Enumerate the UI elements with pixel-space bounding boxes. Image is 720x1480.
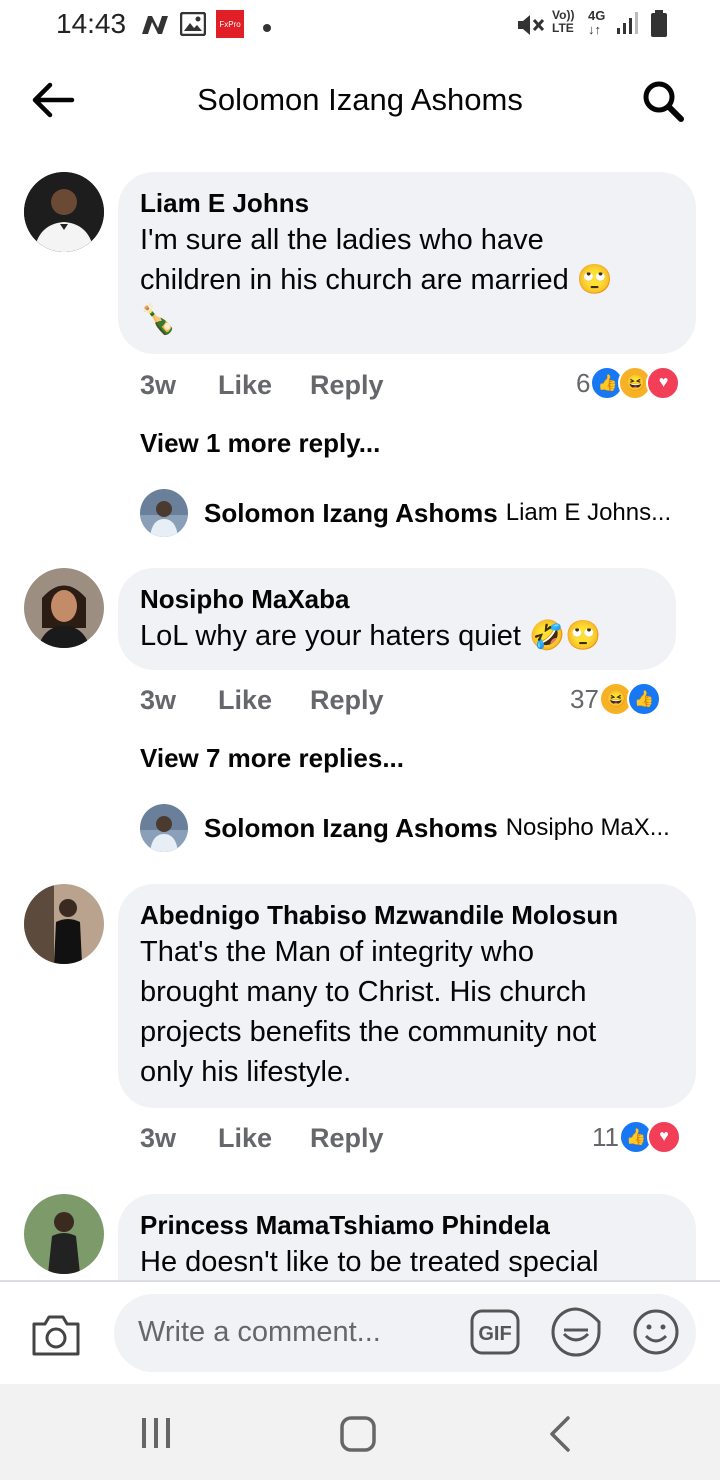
love-reaction-icon: ♥ bbox=[646, 366, 681, 400]
view-more-replies[interactable]: View 1 more reply... bbox=[140, 428, 380, 459]
mute-icon bbox=[516, 12, 546, 43]
battery-icon bbox=[650, 10, 668, 43]
reply-button[interactable]: Reply bbox=[310, 370, 384, 401]
like-button[interactable]: Like bbox=[218, 370, 272, 401]
reaction-count: 11 bbox=[592, 1121, 619, 1152]
gallery-icon bbox=[179, 11, 207, 41]
view-more-replies[interactable]: View 7 more replies... bbox=[140, 743, 404, 774]
avatar[interactable] bbox=[24, 1194, 104, 1274]
status-bar: 14:43 FxPro Vo)) LTE 4G ↓↑ bbox=[0, 0, 720, 52]
comment-text-line: He doesn't like to be treated special bbox=[140, 1246, 599, 1278]
comment-bubble[interactable]: Princess MamaTshiamo Phindela He doesn't… bbox=[118, 1194, 696, 1280]
svg-text:FxPro: FxPro bbox=[219, 20, 241, 29]
avatar[interactable] bbox=[140, 489, 188, 537]
comment-text-line: only his lifestyle. bbox=[140, 1056, 352, 1088]
network-type: 4G ↓↑ bbox=[588, 8, 606, 37]
reaction-summary[interactable]: 37 😆 👍 bbox=[570, 682, 661, 716]
nav-back-icon[interactable] bbox=[548, 1416, 572, 1457]
avatar[interactable] bbox=[24, 568, 104, 648]
signal-icon bbox=[616, 10, 640, 41]
reply-text: Nosipho MaX... bbox=[505, 814, 670, 841]
status-time: 14:43 bbox=[56, 8, 127, 39]
sticker-icon[interactable] bbox=[550, 1306, 602, 1363]
search-icon[interactable] bbox=[640, 78, 686, 129]
system-nav-bar bbox=[0, 1384, 720, 1480]
comment-text-line: That's the Man of integrity who bbox=[140, 936, 535, 968]
comment-bubble[interactable]: Abednigo Thabiso Mzwandile Molosun That'… bbox=[118, 884, 696, 1108]
comment-input-placeholder: Write a comment... bbox=[138, 1316, 381, 1348]
comment-time: 3w bbox=[140, 370, 177, 400]
comment-text-line: 🍾 bbox=[140, 304, 177, 336]
like-reaction-icon: 👍 bbox=[626, 682, 661, 716]
reaction-count: 37 bbox=[570, 683, 599, 714]
comment-author[interactable]: Nosipho MaXaba bbox=[140, 582, 654, 616]
love-reaction-icon: ♥ bbox=[647, 1120, 681, 1154]
reply-text: Liam E Johns... bbox=[505, 499, 672, 526]
gif-label: GIF bbox=[478, 1323, 511, 1345]
reply-button[interactable]: Reply bbox=[310, 685, 384, 716]
comment-author[interactable]: Abednigo Thabiso Mzwandile Molosun bbox=[140, 898, 674, 932]
comment-composer: Write a comment... GIF bbox=[0, 1280, 720, 1386]
reply-preview[interactable]: Solomon Izang Ashoms Liam E Johns... bbox=[140, 488, 671, 538]
reply-button[interactable]: Reply bbox=[310, 1123, 384, 1154]
like-button[interactable]: Like bbox=[218, 1123, 272, 1154]
home-icon[interactable] bbox=[340, 1416, 376, 1457]
comment-time: 3w bbox=[140, 685, 177, 715]
reaction-summary[interactable]: 11 👍 ♥ bbox=[592, 1120, 681, 1154]
comment-time: 3w bbox=[140, 1123, 177, 1153]
avatar[interactable] bbox=[24, 884, 104, 964]
comment-bubble[interactable]: Liam E Johns I'm sure all the ladies who… bbox=[118, 172, 696, 354]
camera-icon[interactable] bbox=[30, 1312, 82, 1363]
reply-author[interactable]: Solomon Izang Ashoms bbox=[204, 498, 498, 529]
dot-icon bbox=[262, 20, 272, 38]
comment-author[interactable]: Liam E Johns bbox=[140, 186, 674, 220]
like-button[interactable]: Like bbox=[218, 685, 272, 716]
n-icon bbox=[140, 14, 170, 41]
comment-input[interactable]: Write a comment... GIF bbox=[114, 1294, 696, 1372]
volte-icon: Vo)) LTE bbox=[552, 8, 575, 35]
avatar[interactable] bbox=[140, 804, 188, 852]
header-bar: Solomon Izang Ashoms bbox=[0, 52, 720, 152]
comment-text-line: LoL why are your haters quiet 🤣🙄 bbox=[140, 620, 602, 652]
fxpro-icon: FxPro bbox=[216, 10, 244, 43]
gif-icon[interactable]: GIF bbox=[470, 1309, 520, 1360]
comment-text-line: projects benefits the community not bbox=[140, 1016, 597, 1048]
reaction-summary[interactable]: 6 👍 😆 ♥ bbox=[576, 366, 681, 400]
page-title: Solomon Izang Ashoms bbox=[197, 82, 523, 117]
comment-author[interactable]: Princess MamaTshiamo Phindela bbox=[140, 1208, 674, 1242]
comment-bubble[interactable]: Nosipho MaXaba LoL why are your haters q… bbox=[118, 568, 676, 670]
comment-text-line: brought many to Christ. His church bbox=[140, 976, 587, 1008]
reaction-count: 6 bbox=[576, 367, 591, 398]
reply-author[interactable]: Solomon Izang Ashoms bbox=[204, 813, 498, 844]
emoji-icon[interactable] bbox=[632, 1308, 680, 1361]
recent-apps-icon[interactable] bbox=[140, 1418, 172, 1453]
avatar[interactable] bbox=[24, 172, 104, 252]
reply-preview[interactable]: Solomon Izang Ashoms Nosipho MaX... bbox=[140, 803, 670, 853]
comment-text-line: children in his church are married 🙄 bbox=[140, 264, 613, 296]
comment-text-line: I'm sure all the ladies who have bbox=[140, 224, 544, 256]
